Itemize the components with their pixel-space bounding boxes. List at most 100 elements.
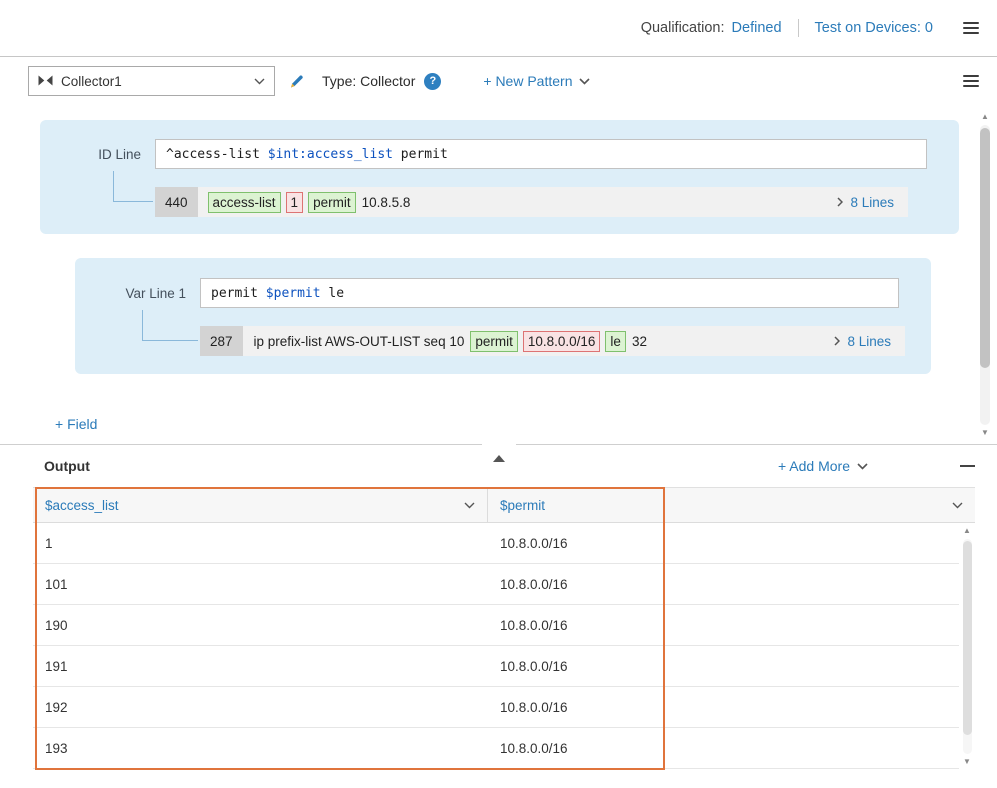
id-line-row: ID Line ^access-list $int:access_list pe…: [56, 139, 953, 169]
id-line-menu-icon[interactable]: [927, 145, 953, 163]
test-on-devices-link[interactable]: Test on Devices: 0: [815, 20, 933, 36]
table-row[interactable]: 19110.8.0.0/16: [33, 646, 959, 687]
var-line-sample-tokens: ip prefix-list AWS-OUT-LIST seq 10permit…: [243, 326, 821, 356]
chevron-right-icon: [837, 197, 843, 207]
sample-token-plain: 10.8.5.8: [361, 193, 412, 212]
var-line-expand-link[interactable]: 8 Lines: [820, 326, 905, 356]
collector-dropdown[interactable]: Collector1: [28, 66, 275, 96]
sample-token-match: le: [605, 331, 626, 352]
scroll-up-icon[interactable]: ▲: [963, 526, 971, 536]
chevron-down-icon[interactable]: [952, 502, 963, 509]
cell-permit: 10.8.0.0/16: [488, 536, 959, 551]
var-line-expand-label: 8 Lines: [847, 334, 891, 349]
collector-icon: [38, 73, 53, 89]
sample-token-match: permit: [470, 331, 518, 352]
type-label: Type: Collector: [322, 73, 415, 89]
cell-permit: 10.8.0.0/16: [488, 659, 959, 674]
sample-token-match: permit: [308, 192, 356, 213]
table-row[interactable]: 19210.8.0.0/16: [33, 687, 959, 728]
column-header-label: $access_list: [45, 498, 119, 513]
sample-token-capture: 10.8.0.0/16: [523, 331, 601, 352]
minimize-icon[interactable]: [960, 465, 975, 467]
scroll-up-icon[interactable]: ▲: [981, 112, 989, 122]
table-row[interactable]: 10110.8.0.0/16: [33, 564, 959, 605]
table-row[interactable]: 110.8.0.0/16: [33, 523, 959, 564]
column-header-permit[interactable]: $permit: [488, 488, 975, 522]
chevron-down-icon: [254, 78, 265, 85]
cell-access-list: 1: [33, 536, 488, 551]
new-pattern-button[interactable]: + New Pattern: [483, 73, 590, 89]
cell-access-list: 190: [33, 618, 488, 633]
id-line-input-pre: ^access-list: [166, 147, 268, 162]
hamburger-menu-icon[interactable]: [963, 72, 979, 90]
collector-dropdown-value: Collector1: [61, 74, 246, 89]
table-row[interactable]: 19310.8.0.0/16: [33, 728, 959, 769]
sample-token-plain: 32: [631, 332, 648, 351]
output-table-body-wrap: 110.8.0.0/1610110.8.0.0/1619010.8.0.0/16…: [33, 523, 975, 770]
id-line-expand-link[interactable]: 8 Lines: [823, 187, 908, 217]
var-line-label: Var Line 1: [91, 286, 200, 301]
id-line-label: ID Line: [56, 147, 155, 162]
table-row[interactable]: 19010.8.0.0/16: [33, 605, 959, 646]
add-field-link[interactable]: + Field: [55, 416, 97, 432]
add-more-button[interactable]: + Add More: [778, 458, 868, 474]
id-line-input-post: permit: [393, 147, 448, 162]
column-header-access-list[interactable]: $access_list: [33, 488, 488, 522]
var-line-sample-bar: 287 ip prefix-list AWS-OUT-LIST seq 10pe…: [200, 326, 905, 356]
sample-token-match: access-list: [208, 192, 281, 213]
line-number-badge: 287: [200, 326, 243, 356]
output-table-header: $access_list $permit: [33, 487, 975, 523]
scroll-down-icon[interactable]: ▼: [963, 757, 971, 767]
var-line-row: Var Line 1 permit $permit le: [91, 278, 925, 308]
top-bar: Qualification: Defined Test on Devices: …: [0, 0, 997, 57]
var-line-input-var: $permit: [266, 286, 321, 301]
output-title: Output: [44, 458, 90, 474]
var-line-input-post: le: [321, 286, 344, 301]
scrollbar-thumb[interactable]: [980, 128, 990, 368]
pattern-toolbar: Collector1 Type: Collector ? + New Patte…: [0, 58, 997, 104]
cell-permit: 10.8.0.0/16: [488, 618, 959, 633]
add-more-label: + Add More: [778, 458, 850, 474]
output-header: Output + Add More: [0, 445, 997, 487]
output-table: $access_list $permit 110.8.0.0/1610110.8…: [33, 487, 975, 770]
chevron-down-icon: [579, 78, 590, 85]
cell-permit: 10.8.0.0/16: [488, 577, 959, 592]
line-number-badge: 440: [155, 187, 198, 217]
sample-token-plain: ip prefix-list AWS-OUT-LIST seq 10: [253, 332, 466, 351]
var-line-menu-icon[interactable]: [899, 284, 925, 302]
collector-pattern-editor: Qualification: Defined Test on Devices: …: [0, 0, 997, 788]
cell-access-list: 192: [33, 700, 488, 715]
scrollbar-track[interactable]: [980, 125, 990, 425]
edit-icon[interactable]: [288, 73, 305, 90]
chevron-right-icon: [834, 336, 840, 346]
topbar-divider: [798, 19, 799, 37]
cell-permit: 10.8.0.0/16: [488, 741, 959, 756]
var-line-sample-row: 287 ip prefix-list AWS-OUT-LIST seq 10pe…: [200, 326, 905, 356]
chevron-down-icon[interactable]: [464, 502, 475, 509]
cell-access-list: 101: [33, 577, 488, 592]
chevron-down-icon: [857, 463, 868, 470]
var-line-input[interactable]: permit $permit le: [200, 278, 899, 308]
id-line-box: ID Line ^access-list $int:access_list pe…: [40, 120, 959, 234]
id-line-input[interactable]: ^access-list $int:access_list permit: [155, 139, 927, 169]
output-scrollbar[interactable]: ▲ ▼: [959, 523, 975, 770]
connector-line: [142, 310, 198, 341]
pattern-canvas: ID Line ^access-list $int:access_list pe…: [0, 104, 997, 444]
var-line-input-pre: permit: [211, 286, 266, 301]
id-line-sample-row: 440 access-list1permit10.8.5.8 8 Lines: [155, 187, 908, 217]
scrollbar-track[interactable]: [963, 539, 972, 754]
id-line-input-var: $int:access_list: [268, 147, 393, 162]
id-line-sample-tokens: access-list1permit10.8.5.8: [198, 187, 824, 217]
column-header-label: $permit: [500, 498, 545, 513]
scrollbar-thumb[interactable]: [963, 541, 972, 735]
cell-permit: 10.8.0.0/16: [488, 700, 959, 715]
scroll-down-icon[interactable]: ▼: [981, 428, 989, 438]
qualification-value-link[interactable]: Defined: [732, 20, 782, 36]
hamburger-menu-icon[interactable]: [963, 19, 979, 37]
var-line-box: Var Line 1 permit $permit le 287 ip pref…: [75, 258, 931, 374]
id-line-expand-label: 8 Lines: [850, 195, 894, 210]
cell-access-list: 191: [33, 659, 488, 674]
id-line-sample-bar: 440 access-list1permit10.8.5.8 8 Lines: [155, 187, 908, 217]
pattern-scrollbar[interactable]: ▲ ▼: [978, 112, 992, 438]
help-icon[interactable]: ?: [424, 73, 441, 90]
